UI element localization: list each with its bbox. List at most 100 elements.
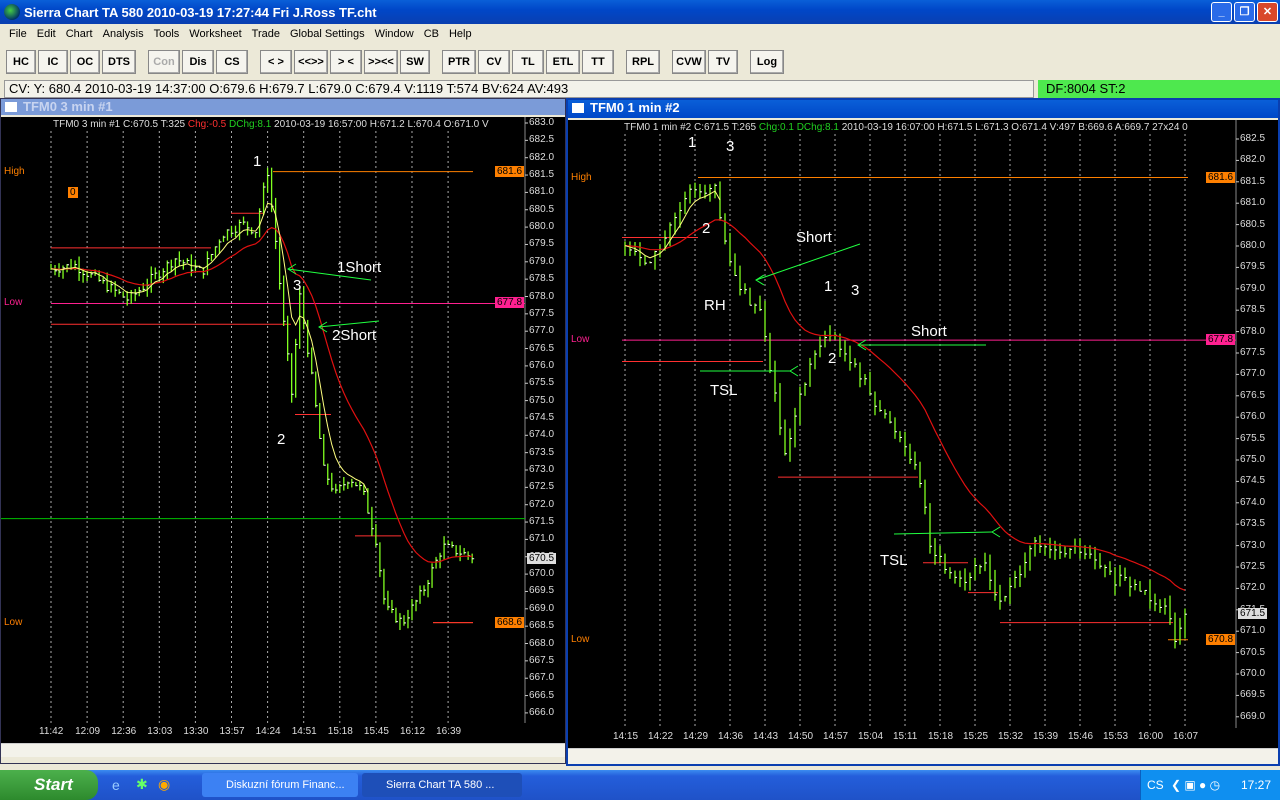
chart-annotation[interactable]: 3 [293,277,301,294]
price-tick-label: 676.0 [529,359,555,371]
chart-annotation[interactable]: 3 [726,138,734,155]
menu-window[interactable]: Window [370,28,419,40]
toolbar-button-cs[interactable]: CS [216,50,248,74]
menu-trade[interactable]: Trade [247,28,285,40]
price-tick-label: 669.5 [529,585,555,597]
toolbar-button-tl[interactable]: TL [512,50,544,74]
time-axis: 11:42 12:09 12:36 13:03 13:30 13:57 14:24 14:51… [1,723,565,743]
tray-icons[interactable]: ❮ ▣ ● ◷ [1171,770,1220,800]
price-tick-label: 678.0 [529,290,555,302]
toolbar-button-xxxx[interactable]: >><< [364,50,398,74]
toolbar-button-con[interactable]: Con [148,50,180,74]
price-tick-label: 674.5 [529,411,555,423]
chart-annotation[interactable]: Short [911,323,947,340]
price-tick-label: 673.5 [529,446,555,458]
menu-file[interactable]: File [4,28,32,40]
price-tick-label: 668.0 [529,637,555,649]
chart-header: TFM0 1 min #2 C:671.5 T:265 Chg:0.1 DChg… [624,122,1188,133]
media-player-icon[interactable]: ◉ [158,776,170,793]
toolbar-button-log[interactable]: Log [750,50,784,74]
ie-quicklaunch-icon[interactable]: e [112,777,120,793]
price-tick-label: 681.5 [1240,175,1266,187]
menu-edit[interactable]: Edit [32,28,61,40]
chart-annotation[interactable]: RH [704,297,726,314]
window-title-bar[interactable]: TFM0 1 min #2 [568,100,1278,118]
trendline-arrow[interactable] [755,243,861,281]
taskbar-item-sierra[interactable]: Sierra Chart TA 580 ... [362,773,522,797]
price-tick-label: 681.0 [1240,197,1266,209]
menu-tools[interactable]: Tools [149,28,185,40]
clock: 17:27 [1241,778,1272,792]
taskbar-item-forum[interactable]: Diskuzní fórum Financ... [202,773,358,797]
toolbar-button-etl[interactable]: ETL [546,50,580,74]
toolbar-button-xxx[interactable]: < > [260,50,292,74]
menu-cb[interactable]: CB [419,28,444,40]
chart-annotation[interactable]: 2 [277,431,285,448]
toolbar-button-tt[interactable]: TT [582,50,614,74]
price-tick-label: 680.0 [1240,240,1266,251]
time-tick-label: 15:04 [858,731,884,742]
toolbar-button-dis[interactable]: Dis [182,50,214,74]
toolbar-button-ptr[interactable]: PTR [442,50,476,74]
last-price-tag: 670.5 [527,552,557,564]
toolbar-button-rpl[interactable]: RPL [626,50,660,74]
window-title: TFM0 1 min #2 [590,100,680,115]
toolbar-button-xxx[interactable]: > < [330,50,362,74]
cursor-value-bar: CV: Y: 680.4 2010-03-19 14:37:00 O:679.6… [4,80,1034,98]
toolbar-button-hc[interactable]: HC [6,50,36,74]
chart-annotation[interactable]: 1 [824,278,832,295]
chart-area[interactable]: 682.5 682.0 681.5 681.0 680.5 680.0 679.5 679.0… [568,120,1278,728]
toolbar-button-tv[interactable]: TV [708,50,738,74]
icq-quicklaunch-icon[interactable]: ✱ [136,776,148,793]
minimize-button[interactable]: _ [1211,2,1232,22]
horizontal-scrollbar[interactable] [568,748,1278,764]
window-title-bar[interactable]: TFM0 3 min #1 [1,99,565,115]
chart-annotation[interactable]: 3 [851,282,859,299]
price-tick-label: 682.5 [529,134,555,146]
horizontal-scrollbar[interactable] [1,743,565,757]
toolbar-button-oc[interactable]: OC [70,50,100,74]
price-tick-label: 670.5 [1240,646,1266,658]
close-button[interactable]: ✕ [1257,2,1278,22]
arrowhead [991,526,1001,538]
restore-button[interactable]: ❐ [1234,2,1255,22]
toolbar-button-cvw[interactable]: CVW [672,50,706,74]
menu-worksheet[interactable]: Worksheet [184,28,246,40]
menu-chart[interactable]: Chart [61,28,98,40]
toolbar-button-sw[interactable]: SW [400,50,430,74]
time-tick-label: 16:12 [399,726,426,737]
toolbar-button-ic[interactable]: IC [38,50,68,74]
chart-annotation[interactable]: TSL [880,552,908,569]
price-tick-label: 680.0 [529,221,555,233]
toolbar-button-dts[interactable]: DTS [102,50,136,74]
chart-annotation[interactable]: TSL [710,382,738,399]
window-title: TFM0 3 min #1 [23,99,113,114]
time-tick-label: 14:15 [613,731,639,742]
time-tick-label: 14:24 [255,726,281,737]
toolbar-button-cv[interactable]: CV [478,50,510,74]
chart-annotation[interactable]: 2 [828,350,836,367]
menu-help[interactable]: Help [444,28,477,40]
chart-area[interactable]: 683.0 682.5 682.0 681.5 681.0 680.5 680.0 679.5… [1,117,565,723]
price-tick-label: 680.5 [529,203,555,215]
time-tick-label: 14:57 [823,731,849,742]
chart-annotation[interactable]: 2Short [332,327,376,344]
start-button[interactable]: Start [0,770,98,800]
trendline-arrow[interactable] [893,531,993,535]
toolbar-button-xxxx[interactable]: <<>> [294,50,328,74]
chart-annotation[interactable]: 2 [702,220,710,237]
chart-annotation[interactable]: 1 [688,134,696,151]
time-tick-label: 15:53 [1103,731,1129,742]
menu-global-settings[interactable]: Global Settings [285,28,370,40]
header-hdr-a: TFM0 1 min #2 C:671.5 T:265 [624,122,759,133]
low2-label: Low [571,633,590,645]
time-tick-label: 14:51 [291,726,317,737]
chart-annotation[interactable]: 1Short [337,259,381,276]
price-tick-label: 678.0 [1240,325,1266,337]
chart-annotation[interactable]: 1 [253,153,261,170]
chart-annotation[interactable]: Short [796,229,832,246]
menu-analysis[interactable]: Analysis [98,28,149,40]
language-indicator[interactable]: CS [1147,770,1164,800]
time-tick-label: 15:46 [1068,731,1094,742]
price-tick-label: 683.0 [529,117,555,128]
